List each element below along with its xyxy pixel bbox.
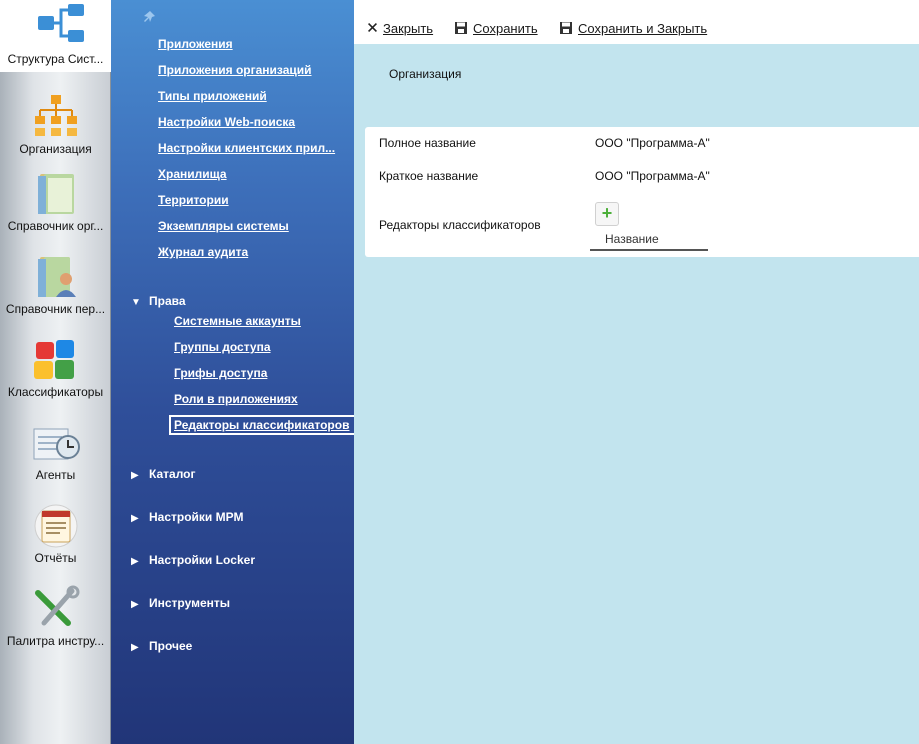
nav-link-audit-log[interactable]: Журнал аудита — [158, 245, 348, 259]
rail-item-label: Справочник пер... — [5, 302, 106, 316]
nav-group-label: Инструменты — [149, 596, 231, 610]
nav-group-catalog[interactable]: ▶ Каталог — [131, 467, 196, 481]
main-content: Закрыть Сохранить Сохранить и Закрыть Ор… — [354, 0, 919, 744]
rail-item-label: Классификаторы — [7, 385, 104, 399]
nav-link-storages[interactable]: Хранилища — [158, 167, 348, 181]
short-name-value: ООО "Программа-А" — [595, 169, 710, 183]
organization-form: Полное название ООО "Программа-А" Кратко… — [365, 127, 919, 257]
chevron-right-icon: ▶ — [131, 513, 139, 524]
nav-link-access-groups[interactable]: Группы доступа — [174, 340, 349, 354]
rail-item-label: Структура Сист... — [7, 52, 104, 66]
floppy-disk-icon — [455, 22, 467, 34]
nav-group-mrm-settings[interactable]: ▶ Настройки МРМ — [131, 510, 243, 524]
navigation-panel: Приложения Приложения организаций Типы п… — [111, 0, 354, 744]
full-name-label: Полное название — [379, 136, 476, 150]
rail-item-personnel-directory[interactable]: Справочник пер... — [0, 249, 111, 327]
personnel-directory-icon — [37, 257, 76, 297]
agents-icon — [33, 428, 80, 460]
rail-item-label: Организация — [19, 142, 92, 156]
nav-group-rights[interactable]: ▼ Права — [131, 294, 186, 308]
org-directory-icon — [37, 174, 74, 214]
rail-item-org-directory[interactable]: Справочник орг... — [0, 166, 111, 244]
chevron-right-icon: ▶ — [131, 556, 139, 567]
short-name-label: Краткое название — [379, 169, 479, 183]
tab-organization[interactable]: Организация — [389, 67, 461, 81]
rail-item-label: Палитра инстру... — [6, 634, 105, 648]
nav-link-web-search-settings[interactable]: Настройки Web-поиска — [158, 115, 348, 129]
plus-icon: + — [601, 203, 613, 223]
classifiers-icon — [33, 340, 74, 379]
save-label: Сохранить — [473, 21, 538, 36]
close-icon — [368, 23, 377, 32]
tools-palette-icon — [34, 585, 79, 626]
rail-item-classifiers[interactable]: Классификаторы — [0, 332, 111, 410]
nav-link-application-types[interactable]: Типы приложений — [158, 89, 348, 103]
tab-bar: Организация — [354, 44, 919, 94]
nav-link-client-app-settings[interactable]: Настройки клиентских прил... — [158, 141, 348, 155]
nav-link-applications[interactable]: Приложения — [158, 37, 348, 51]
structure-icon — [38, 4, 84, 42]
nav-group-label: Настройки Locker — [149, 553, 255, 567]
column-header-name[interactable]: Название — [590, 232, 708, 251]
nav-group-label: Прочее — [149, 639, 193, 653]
nav-group-other[interactable]: ▶ Прочее — [131, 639, 192, 653]
floppy-disk-icon — [560, 22, 572, 34]
rail-item-agents[interactable]: Агенты — [0, 415, 111, 493]
rail-item-reports[interactable]: Отчёты — [0, 498, 111, 576]
rail-item-structure[interactable]: Структура Сист... — [0, 0, 124, 72]
rail-item-label: Справочник орг... — [7, 219, 104, 233]
nav-group-tools[interactable]: ▶ Инструменты — [131, 596, 230, 610]
nav-group-locker-settings[interactable]: ▶ Настройки Locker — [131, 553, 255, 567]
toolbar: Закрыть Сохранить Сохранить и Закрыть — [354, 0, 919, 44]
nav-link-territories[interactable]: Территории — [158, 193, 348, 207]
close-button[interactable]: Закрыть — [367, 21, 433, 36]
nav-link-classifier-editors[interactable]: Редакторы классификаторов — [169, 415, 354, 435]
classifier-editors-label: Редакторы классификаторов — [379, 218, 541, 232]
rail-item-label: Отчёты — [34, 551, 77, 565]
close-label: Закрыть — [383, 21, 434, 36]
chevron-down-icon: ▼ — [131, 297, 141, 308]
save-and-close-button[interactable]: Сохранить и Закрыть — [559, 21, 707, 36]
full-name-value: ООО "Программа-А" — [595, 136, 710, 150]
nav-link-org-applications[interactable]: Приложения организаций — [158, 63, 348, 77]
nav-link-app-roles[interactable]: Роли в приложениях — [174, 392, 349, 406]
save-button[interactable]: Сохранить — [454, 21, 538, 36]
nav-link-system-instances[interactable]: Экземпляры системы — [158, 219, 348, 233]
chevron-right-icon: ▶ — [131, 599, 139, 610]
module-rail: Структура Сист... Организация Справочник… — [0, 0, 124, 744]
nav-link-access-labels[interactable]: Грифы доступа — [174, 366, 349, 380]
nav-group-label: Настройки МРМ — [149, 510, 244, 524]
chevron-right-icon: ▶ — [131, 642, 139, 653]
organization-icon — [34, 95, 77, 136]
save-and-close-label: Сохранить и Закрыть — [578, 21, 708, 36]
nav-group-label: Права — [149, 294, 186, 308]
pin-icon[interactable] — [143, 10, 157, 24]
rail-item-label: Агенты — [35, 468, 76, 482]
add-editor-button[interactable]: + — [595, 202, 619, 226]
rail-item-tools-palette[interactable]: Палитра инстру... — [0, 581, 111, 659]
chevron-right-icon: ▶ — [131, 470, 139, 481]
rail-item-organization[interactable]: Организация — [0, 89, 111, 167]
nav-group-label: Каталог — [149, 467, 196, 481]
reports-icon — [34, 504, 77, 548]
nav-link-system-accounts[interactable]: Системные аккаунты — [174, 314, 349, 328]
